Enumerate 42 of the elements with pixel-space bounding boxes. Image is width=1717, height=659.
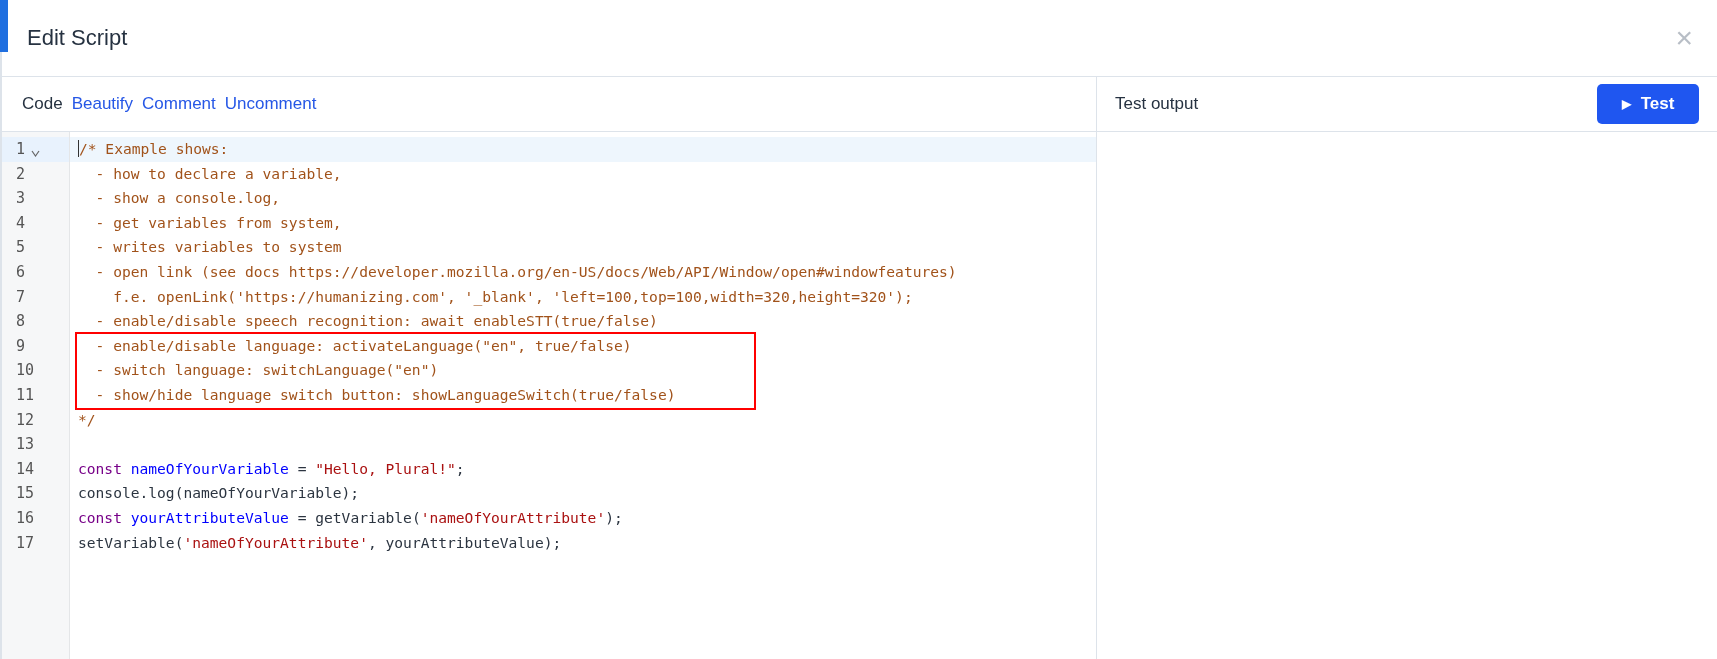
line-number: 4 <box>16 212 26 234</box>
panel-title: Test output <box>1115 93 1199 116</box>
code-line: - writes variables to system <box>94 237 343 258</box>
line-number: 6 <box>16 262 26 283</box>
toolbar-link[interactable]: Uncomment <box>224 91 317 117</box>
line-number: 3 <box>16 188 26 210</box>
code-line: const yourAttributeValue = getVariable('nameOfYourAttribute'); <box>77 507 624 528</box>
line-number: 15 <box>16 483 35 505</box>
code-line: - switch language: switchLanguage("en") <box>94 360 440 381</box>
line-number: 17 <box>16 532 35 554</box>
play-icon: ▶ <box>1621 95 1631 113</box>
code-line: console.log(nameOfYourVariable); <box>77 483 361 504</box>
code-line: - show/hide language switch button: showLanguageSwitch(true/false) <box>94 384 677 405</box>
dialog-title: Edit Script <box>27 24 128 52</box>
line-number: 10 <box>16 360 35 382</box>
line-number: 7 <box>16 286 26 308</box>
toolbar-link[interactable]: Beautify <box>71 91 134 117</box>
line-number: 2 <box>16 163 26 185</box>
code-line: setVariable('nameOfYourAttribute', yourAttributeValue); <box>77 532 563 553</box>
toolbar-link[interactable]: Comment <box>142 91 216 117</box>
line-number: 14 <box>16 458 35 480</box>
code-line: - enable/disable language: activateLanguage("en", true/false) <box>94 335 633 356</box>
code-line: - show a console.log, <box>94 188 282 209</box>
code-line: */ <box>77 409 97 430</box>
line-number: 5 <box>16 237 26 259</box>
code-line: - open link (see docs https://developer.mozilla.org/en-US/docs/Web/API/Window/open#windowfeatures) <box>94 261 958 282</box>
code-line: - get variables from system, <box>94 212 343 233</box>
code-line: - enable/disable speech recognition: await enableSTT(true/false) <box>94 311 659 332</box>
code-line: - how to declare a variable, <box>94 163 343 184</box>
line-number: 8 <box>16 311 26 333</box>
line-number: 11 <box>16 385 35 406</box>
line-number: 12 <box>16 409 35 431</box>
line-number: 16 <box>16 507 35 529</box>
line-number: 1 <box>16 139 26 161</box>
line-number: 13 <box>16 434 35 456</box>
code-line: const nameOfYourVariable = "Hello, Plural!"; <box>77 458 466 479</box>
line-number: 9 <box>16 335 26 357</box>
test-button[interactable]: ▶ Test <box>1597 84 1699 124</box>
accent-bar <box>0 0 8 52</box>
fold-chevron-icon[interactable] <box>31 149 41 157</box>
toolbar-label: Code <box>22 93 63 116</box>
code-line: f.e. openLink('https://humanizing.com', '_blank', 'left=100,top=100,width=320,height=320'); <box>112 286 914 308</box>
